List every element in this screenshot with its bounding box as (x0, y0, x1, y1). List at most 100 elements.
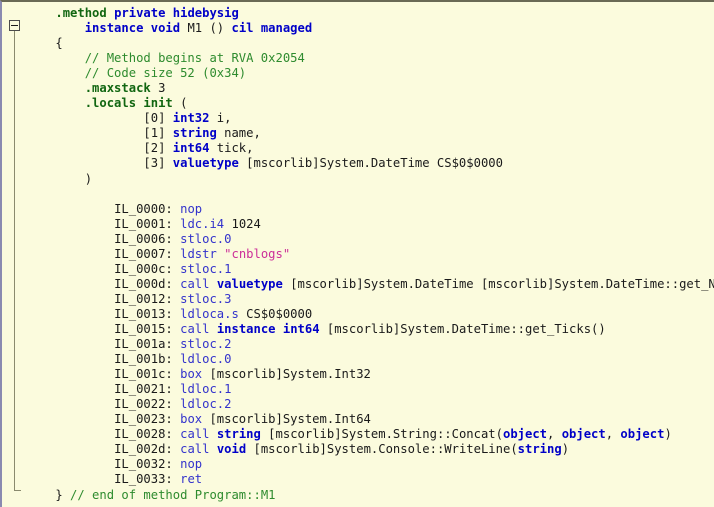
code-token: IL_001b: (114, 352, 181, 367)
code-token: [mscorlib]System.Console::WriteLine( (246, 442, 518, 457)
code-token: instance (216, 321, 276, 336)
code-line: IL_0033: ret (2, 472, 714, 487)
code-line: IL_0001: ldc.i4 1024 (2, 217, 714, 232)
code-token: IL_0007: (114, 246, 181, 261)
code-token: IL_0012: (114, 291, 181, 306)
code-token: IL_0023: (114, 412, 181, 427)
code-line: IL_0023: box [mscorlib]System.Int64 (2, 412, 714, 427)
code-line: IL_0000: nop (2, 202, 714, 217)
code-token: box (180, 412, 203, 427)
code-token: IL_0006: (114, 231, 181, 246)
code-token: string (172, 126, 217, 141)
code-line: IL_000d: call valuetype [mscorlib]System… (2, 277, 714, 292)
code-token: ldloc.0 (180, 352, 232, 367)
code-line: [1] string name, (2, 126, 714, 141)
il-code-viewer[interactable]: .method private hidebysig instance void … (0, 0, 714, 507)
code-line: .method private hidebysig (2, 6, 714, 21)
code-token: .locals (84, 96, 137, 111)
code-token: // end of method Program::M1 (70, 487, 276, 502)
code-token: .maxstack (84, 81, 151, 96)
code-token: name, (216, 126, 261, 141)
code-token: } (55, 487, 71, 502)
collapse-minus-icon[interactable] (9, 20, 20, 31)
code-token: [0] (143, 111, 173, 126)
code-token: ) (664, 427, 672, 442)
code-token: void (216, 442, 247, 457)
code-token: valuetype (216, 276, 283, 291)
code-line: IL_0006: stloc.0 (2, 232, 714, 247)
code-token: instance (84, 21, 144, 36)
code-token: IL_0032: (114, 457, 181, 472)
code-token: cil managed (231, 21, 313, 36)
code-token: [mscorlib]System.String::Concat( (260, 427, 503, 442)
code-token: IL_000c: (114, 261, 181, 276)
code-line: // Method begins at RVA 0x2054 (2, 51, 714, 66)
code-token: nop (180, 457, 203, 472)
code-token: [3] (143, 156, 173, 171)
code-block[interactable]: .method private hidebysig instance void … (2, 2, 714, 503)
code-token: call (180, 442, 210, 457)
code-line: IL_0022: ldloc.2 (2, 397, 714, 412)
code-token: call (180, 427, 210, 442)
code-token: M1 () (180, 21, 232, 36)
code-token: ret (180, 472, 203, 487)
code-token: call (180, 321, 210, 336)
code-token: IL_0000: (114, 201, 181, 216)
code-token: CS$0$0000 (238, 306, 313, 321)
code-token: IL_0033: (114, 472, 181, 487)
code-line: IL_0012: stloc.3 (2, 292, 714, 307)
code-token: ldloca.s (180, 306, 239, 321)
code-line: IL_0028: call string [mscorlib]System.St… (2, 427, 714, 442)
code-token: int64 (282, 321, 320, 336)
code-token: string (517, 442, 562, 457)
code-token: IL_001c: (114, 367, 181, 382)
code-token: [mscorlib]System.Int64 (202, 412, 371, 427)
code-token: object (502, 427, 548, 442)
code-token: private hidebysig (114, 6, 239, 20)
code-token: // Method begins at RVA 0x2054 (84, 51, 305, 66)
code-token: IL_0022: (114, 397, 181, 412)
code-line: IL_0013: ldloca.s CS$0$0000 (2, 307, 714, 322)
code-line: instance void M1 () cil managed (2, 21, 714, 36)
code-line: [2] int64 tick, (2, 141, 714, 156)
code-token: // Code size 52 (0x34) (84, 66, 247, 81)
code-token: init (143, 96, 173, 111)
code-line: [0] int32 i, (2, 111, 714, 126)
code-token: i, (209, 111, 232, 126)
code-token: .method (55, 6, 107, 20)
code-token: string (216, 427, 261, 442)
code-token: IL_0013: (114, 306, 181, 321)
fold-guide-foot (14, 490, 21, 491)
code-token: [mscorlib]System.DateTime::get_Ticks() (319, 321, 606, 336)
code-token: [1] (143, 126, 173, 141)
code-token: ( (172, 96, 188, 111)
code-token: stloc.0 (180, 231, 232, 246)
code-token: "cnblogs" (224, 246, 291, 261)
code-token: { (55, 36, 63, 51)
